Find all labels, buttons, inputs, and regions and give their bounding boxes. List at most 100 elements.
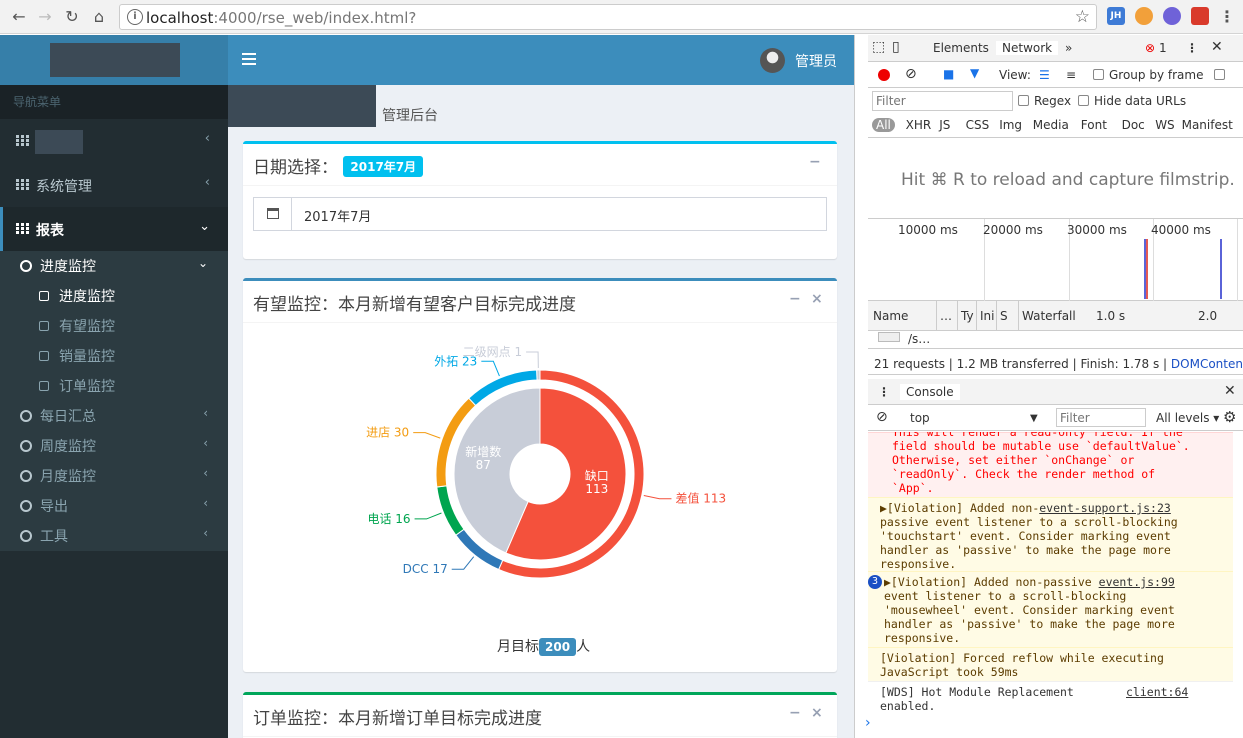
console-prompt-icon[interactable]: › [865, 715, 871, 731]
column-header[interactable]: 2.0 [1198, 309, 1217, 323]
console-filter-input[interactable] [1056, 408, 1146, 427]
filter-icon[interactable]: ▼ [970, 66, 979, 80]
log-levels-select[interactable]: All levels ▾ [1156, 411, 1219, 425]
submenu-tools[interactable]: 工具 ‹ [0, 521, 228, 551]
bookmark-star-icon[interactable]: ☆ [1075, 7, 1090, 27]
regex-option[interactable]: Regex [1018, 94, 1071, 108]
submenu-export[interactable]: 导出 ‹ [0, 491, 228, 521]
submenu-monthly[interactable]: 月度监控 ‹ [0, 461, 228, 491]
column-header[interactable]: Ini [980, 309, 994, 323]
user-name[interactable]: 管理员 [795, 51, 837, 71]
sidebar-item-reports[interactable]: 报表 ⌄ [0, 207, 228, 251]
network-row[interactable]: /s… [868, 331, 1243, 349]
logo-area[interactable] [0, 35, 228, 85]
type-filter-img[interactable]: Img [999, 118, 1022, 132]
network-table-header: Name … Ty Ini S Waterfall 1.0 s 2.0 [868, 301, 1243, 331]
type-filter-doc[interactable]: Doc [1122, 118, 1145, 132]
hamburger-icon[interactable] [242, 53, 256, 65]
more-tabs-icon[interactable]: » [1065, 41, 1072, 55]
devtools-menu-icon[interactable]: ⋮ [1186, 41, 1198, 55]
close-icon[interactable]: × [811, 291, 823, 307]
type-filter-font[interactable]: Font [1081, 118, 1107, 132]
drawer-menu-icon[interactable]: ⋮ [878, 385, 890, 399]
close-icon[interactable]: × [811, 705, 823, 721]
forward-arrow-icon[interactable]: → [34, 6, 56, 28]
browser-menu-icon[interactable]: ⋮ [1216, 6, 1238, 28]
dropdown-arrow-icon[interactable]: ▼ [1030, 413, 1038, 424]
camera-icon[interactable]: ■ [943, 67, 954, 81]
tab-network[interactable]: Network [996, 41, 1059, 55]
box-header: 日期选择： 2017年7月 − [243, 144, 837, 186]
sidebar-item-system[interactable]: 系统管理 ‹ [0, 163, 228, 207]
extension-jh-icon[interactable]: JH [1107, 7, 1125, 25]
column-header[interactable]: 1.0 s [1096, 309, 1125, 323]
date-box: 日期选择： 2017年7月 − 2017年7月 [243, 141, 837, 259]
tab-elements[interactable]: Elements [933, 41, 989, 55]
extension-globe-icon[interactable] [1163, 7, 1181, 25]
inspect-icon[interactable]: ⬚ [872, 39, 885, 55]
outer-slice[interactable] [536, 369, 541, 381]
hide-data-urls-option[interactable]: Hide data URLs [1078, 94, 1186, 108]
domcontentloaded-link[interactable]: DOMContentLoa… [1171, 357, 1243, 371]
collapse-icon[interactable]: − [789, 291, 801, 307]
console-toolbar: ⊘ top ▼ All levels ▾ ⚙ [868, 405, 1243, 431]
waterfall-view-icon[interactable]: ≡ [1066, 68, 1076, 82]
type-filter-css[interactable]: CSS [966, 118, 990, 132]
collapse-icon[interactable]: − [809, 154, 821, 170]
submenu-prospect-monitor[interactable]: 有望监控 [0, 311, 228, 341]
close-drawer-icon[interactable]: ✕ [1224, 383, 1236, 399]
extension-fox-icon[interactable] [1135, 7, 1153, 25]
error-icon[interactable]: ⊗ [1145, 41, 1155, 55]
address-bar[interactable]: i localhost:4000/rse_web/index.html? ☆ [119, 4, 1097, 30]
submenu-sales-monitor[interactable]: 销量监控 [0, 341, 228, 371]
extension-red-icon[interactable] [1191, 7, 1209, 25]
info-icon[interactable]: i [127, 9, 143, 25]
list-view-icon[interactable]: ☰ [1039, 68, 1050, 82]
submenu-daily[interactable]: 每日汇总 ‹ [0, 401, 228, 431]
context-select[interactable]: top [910, 411, 930, 425]
column-header[interactable]: … [940, 309, 952, 323]
error-count[interactable]: 1 [1159, 41, 1167, 55]
type-filter-manifest[interactable]: Manifest [1182, 118, 1233, 132]
type-filter-media[interactable]: Media [1033, 118, 1069, 132]
filter-input[interactable] [872, 91, 1013, 111]
sidebar-item-redacted[interactable]: ‹ [0, 119, 228, 163]
device-icon[interactable]: ▯ [892, 39, 900, 55]
type-filter-xhr[interactable]: XHR [906, 118, 932, 132]
type-filter-ws[interactable]: WS [1155, 118, 1174, 132]
date-addon[interactable] [254, 198, 292, 230]
clear-console-icon[interactable]: ⊘ [876, 409, 888, 425]
group-by-frame-option[interactable]: Group by frame [1093, 68, 1203, 82]
submenu-weekly[interactable]: 周度监控 ‹ [0, 431, 228, 461]
tab-console[interactable]: Console [900, 384, 960, 400]
collapse-icon[interactable]: − [789, 705, 801, 721]
url-text[interactable]: localhost:4000/rse_web/index.html? [146, 9, 416, 27]
submenu-progress[interactable]: 进度监控 ⌄ [0, 251, 228, 281]
avatar[interactable] [760, 48, 785, 73]
source-link[interactable]: event-support.js:23 [1039, 501, 1171, 515]
clear-icon[interactable]: ⊘ [905, 66, 917, 82]
column-header[interactable]: Ty [961, 309, 974, 323]
square-icon [39, 321, 49, 331]
home-icon[interactable]: ⌂ [88, 6, 110, 28]
outer-slice-label: DCC 17 [403, 562, 448, 576]
type-filter-all[interactable]: All [872, 118, 895, 132]
timeline-overview: 10000 ms 20000 ms 30000 ms 40000 ms [868, 219, 1243, 301]
inner-slice-label: 缺口 [585, 468, 609, 483]
submenu-progress-monitor[interactable]: 进度监控 [0, 281, 228, 311]
record-icon[interactable] [878, 69, 890, 81]
source-link[interactable]: client:64 [1126, 685, 1188, 699]
close-devtools-icon[interactable]: ✕ [1211, 39, 1223, 55]
reload-icon[interactable]: ↻ [61, 6, 83, 28]
column-header[interactable]: Waterfall [1022, 309, 1076, 323]
date-input[interactable]: 2017年7月 [253, 197, 827, 231]
submenu-order-monitor[interactable]: 订单监控 [0, 371, 228, 401]
group-checkbox[interactable] [1093, 69, 1104, 80]
column-header[interactable]: S [1000, 309, 1008, 323]
back-arrow-icon[interactable]: ← [8, 6, 30, 28]
source-link[interactable]: event.js:99 [1099, 575, 1175, 589]
preserve-checkbox[interactable] [1214, 68, 1230, 82]
column-header[interactable]: Name [873, 309, 908, 323]
type-filter-js[interactable]: JS [939, 118, 950, 132]
gear-icon[interactable]: ⚙ [1223, 408, 1236, 426]
